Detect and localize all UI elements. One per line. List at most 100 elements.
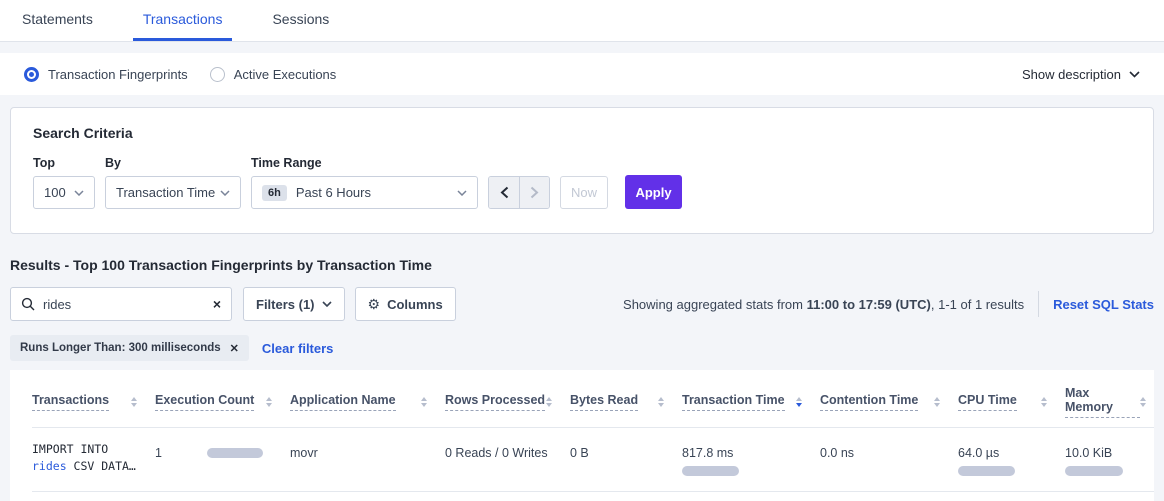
filter-chip-label: Runs Longer Than: 300 milliseconds <box>20 342 221 354</box>
chevron-right-icon <box>530 186 539 199</box>
view-toggle-bar: Transaction Fingerprints Active Executio… <box>0 53 1164 95</box>
columns-button[interactable]: ⚙ Columns <box>355 287 456 321</box>
previous-time-window-button[interactable] <box>489 177 519 208</box>
table-row[interactable]: IMPORT INTO rides CSV DATA… 1 movr 0 Rea… <box>32 428 1154 492</box>
columns-button-label: Columns <box>387 297 443 312</box>
execution-count-bar <box>207 448 263 458</box>
top-field-label: Top <box>33 156 95 170</box>
radio-label: Transaction Fingerprints <box>48 67 188 82</box>
search-criteria-title: Search Criteria <box>33 125 1131 141</box>
max-memory-bar <box>1065 466 1123 476</box>
column-header-bytes-read[interactable]: Bytes Read <box>570 386 682 418</box>
sort-icon[interactable] <box>546 397 552 407</box>
time-range-badge: 6h <box>262 185 287 201</box>
sort-icon[interactable] <box>1140 397 1146 407</box>
gear-icon: ⚙ <box>368 296 381 313</box>
radio-active-executions[interactable]: Active Executions <box>210 67 337 82</box>
column-header-cpu-time[interactable]: CPU Time <box>958 386 1065 418</box>
chevron-down-icon <box>457 190 467 196</box>
radio-label: Active Executions <box>234 67 337 82</box>
top-tab-bar: Statements Transactions Sessions <box>0 0 1164 42</box>
show-description-toggle[interactable]: Show description <box>1022 67 1140 82</box>
sort-icon[interactable] <box>266 397 272 407</box>
results-stats: Showing aggregated stats from 11:00 to 1… <box>623 291 1154 317</box>
cpu-time-bar <box>958 466 1015 476</box>
radio-transaction-fingerprints[interactable]: Transaction Fingerprints <box>24 67 188 82</box>
chevron-down-icon <box>1129 71 1140 78</box>
time-range-value: Past 6 Hours <box>296 185 371 200</box>
filters-button[interactable]: Filters (1) <box>243 287 345 321</box>
search-input[interactable] <box>43 297 213 312</box>
execution-count-value: 1 <box>155 446 162 460</box>
clear-filters-link[interactable]: Clear filters <box>262 341 334 356</box>
transaction-statement-line2: rides CSV DATA… <box>32 458 155 475</box>
contention-time-cell: 0.0 ns <box>820 446 958 460</box>
results-section: Results - Top 100 Transaction Fingerprin… <box>0 257 1164 501</box>
application-name-cell: movr <box>290 446 445 460</box>
top-select-value: 100 <box>44 185 66 200</box>
remove-filter-icon[interactable]: ✕ <box>230 342 239 355</box>
sort-icon[interactable] <box>421 397 427 407</box>
search-criteria-controls: Top 100 By Transaction Time Time Range 6… <box>33 156 1131 209</box>
time-range-field: Time Range 6h Past 6 Hours <box>241 156 478 209</box>
sort-icon[interactable] <box>934 397 940 407</box>
filter-chip[interactable]: Runs Longer Than: 300 milliseconds ✕ <box>10 335 249 361</box>
transaction-fingerprint-cell[interactable]: IMPORT INTO rides CSV DATA… <box>32 441 155 475</box>
sort-icon[interactable] <box>658 397 664 407</box>
execution-count-cell: 1 <box>155 446 290 460</box>
by-select[interactable]: Transaction Time <box>105 176 241 209</box>
tab-sessions[interactable]: Sessions <box>262 0 339 41</box>
table-header-row: Transactions Execution Count Application… <box>32 370 1154 428</box>
reset-sql-stats-link[interactable]: Reset SQL Stats <box>1053 297 1154 312</box>
column-header-contention-time[interactable]: Contention Time <box>820 386 958 418</box>
transaction-time-value: 817.8 ms <box>682 446 810 460</box>
vertical-divider <box>1038 291 1039 317</box>
top-select[interactable]: 100 <box>33 176 95 209</box>
stats-time-range: 11:00 to 17:59 (UTC) <box>807 297 931 312</box>
next-time-window-button[interactable] <box>519 177 549 208</box>
now-button[interactable]: Now <box>560 176 608 209</box>
by-select-value: Transaction Time <box>116 185 215 200</box>
time-range-select[interactable]: 6h Past 6 Hours <box>251 176 478 209</box>
cpu-time-value: 64.0 µs <box>958 446 1055 460</box>
column-header-rows-processed[interactable]: Rows Processed <box>445 386 570 418</box>
filters-button-label: Filters (1) <box>256 297 315 312</box>
column-header-transaction-time[interactable]: Transaction Time <box>682 386 820 418</box>
transaction-time-cell: 817.8 ms <box>682 446 820 476</box>
tab-transactions[interactable]: Transactions <box>133 0 233 41</box>
close-icon[interactable]: × <box>213 297 221 311</box>
search-icon <box>21 297 35 311</box>
by-field: By Transaction Time <box>95 156 241 209</box>
sort-icon[interactable] <box>1041 397 1047 407</box>
cpu-time-cell: 64.0 µs <box>958 446 1065 476</box>
results-table-card: Transactions Execution Count Application… <box>10 370 1154 501</box>
time-range-field-label: Time Range <box>251 156 478 170</box>
results-toolbar: × Filters (1) ⚙ Columns Showing aggregat… <box>10 287 1154 321</box>
chevron-down-icon <box>74 190 84 196</box>
radio-unselected-icon[interactable] <box>210 67 225 82</box>
max-memory-value: 10.0 KiB <box>1065 446 1144 460</box>
time-window-arrows <box>488 176 550 209</box>
transaction-statement-line1: IMPORT INTO <box>32 441 155 458</box>
column-header-max-memory[interactable]: Max Memory <box>1065 386 1154 418</box>
apply-button[interactable]: Apply <box>625 175 682 209</box>
column-header-transactions[interactable]: Transactions <box>32 386 155 418</box>
sort-desc-icon[interactable] <box>796 397 802 407</box>
tab-statements[interactable]: Statements <box>12 0 103 41</box>
top-field: Top 100 <box>33 156 95 209</box>
stats-text: Showing aggregated stats from 11:00 to 1… <box>623 297 1024 312</box>
time-range-value-group: 6h Past 6 Hours <box>262 185 371 201</box>
column-header-application-name[interactable]: Application Name <box>290 386 445 418</box>
search-match-highlight: rides <box>32 459 67 473</box>
results-heading: Results - Top 100 Transaction Fingerprin… <box>10 257 1154 273</box>
column-header-execution-count[interactable]: Execution Count <box>155 386 290 418</box>
results-search-box[interactable]: × <box>10 287 232 321</box>
sort-icon[interactable] <box>131 397 137 407</box>
active-filters-row: Runs Longer Than: 300 milliseconds ✕ Cle… <box>10 335 1154 361</box>
chevron-down-icon <box>220 190 230 196</box>
radio-selected-icon[interactable] <box>24 67 39 82</box>
search-criteria-panel: Search Criteria Top 100 By Transaction T… <box>10 107 1154 234</box>
chevron-down-icon <box>322 301 332 307</box>
max-memory-cell: 10.0 KiB <box>1065 446 1154 476</box>
show-description-label: Show description <box>1022 67 1121 82</box>
